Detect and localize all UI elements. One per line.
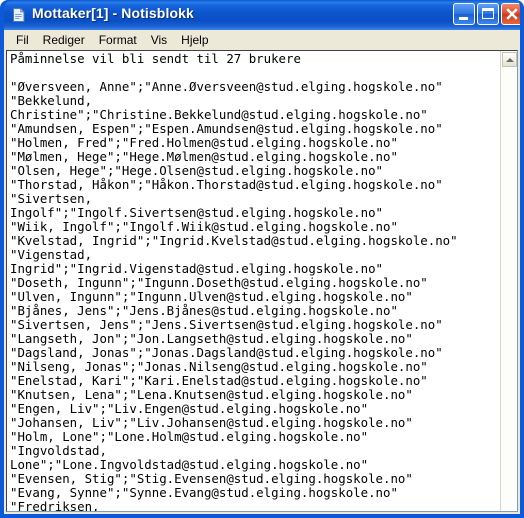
title-bar[interactable]: Mottaker[1] - Notisblokk	[4, 0, 520, 30]
editor-line: "Ulven, Ingunn";"Ingunn.Ulven@stud.elgin…	[10, 289, 413, 304]
close-icon	[506, 8, 518, 20]
editor-frame: Påminnelse vil bli sendt til 27 brukere "…	[6, 50, 518, 512]
notepad-window: Mottaker[1] - Notisblokk Fil Rediger For…	[0, 0, 524, 518]
editor-line: "Engen, Liv";"Liv.Engen@stud.elging.hogs…	[10, 401, 369, 416]
editor-line: "Bekkelund,	[10, 93, 93, 108]
caption-button-group	[453, 3, 520, 26]
chevron-up-icon	[506, 58, 514, 62]
editor-line: Christine";"Christine.Bekkelund@stud.elg…	[10, 107, 428, 122]
editor-line: "Fredriksen,	[10, 499, 100, 512]
editor-line: "Holm, Lone";"Lone.Holm@stud.elging.hogs…	[10, 429, 369, 444]
editor-line: Ingolf";"Ingolf.Sivertsen@stud.elging.ho…	[10, 205, 383, 220]
editor-line: "Vigenstad,	[10, 247, 93, 262]
editor-line: "Evensen, Stig";"Stig.Evensen@stud.elgin…	[10, 471, 413, 486]
menu-item-hjelp[interactable]: Hjelp	[174, 31, 215, 49]
scrollbar-track[interactable]	[502, 68, 516, 510]
menu-item-format[interactable]: Format	[92, 31, 144, 49]
editor-line: "Wiik, Ingolf";"Ingolf.Wiik@stud.elging.…	[10, 219, 398, 234]
window-title: Mottaker[1] - Notisblokk	[32, 5, 194, 21]
editor-line: "Doseth, Ingunn";"Ingunn.Doseth@stud.elg…	[10, 275, 428, 290]
editor-line: "Enelstad, Kari";"Kari.Enelstad@stud.elg…	[10, 373, 428, 388]
editor-line: "Nilseng, Jonas";"Jonas.Nilseng@stud.elg…	[10, 359, 428, 374]
editor-line: "Dagsland, Jonas";"Jonas.Dagsland@stud.e…	[10, 345, 443, 360]
editor-line: "Kvelstad, Ingrid";"Ingrid.Kvelstad@stud…	[10, 233, 458, 248]
minimize-icon	[459, 17, 468, 20]
editor-line: "Mølmen, Hege";"Hege.Mølmen@stud.elging.…	[10, 149, 398, 164]
editor-line: Ingrid";"Ingrid.Vigenstad@stud.elging.ho…	[10, 261, 383, 276]
editor-line: "Holmen, Fred";"Fred.Holmen@stud.elging.…	[10, 135, 398, 150]
editor-line: Påminnelse vil bli sendt til 27 brukere	[10, 51, 301, 66]
editor-line: "Olsen, Hege";"Hege.Olsen@stud.elging.ho…	[10, 163, 383, 178]
editor-line: Lone";"Lone.Ingvoldstad@stud.elging.hogs…	[10, 457, 369, 472]
text-editor[interactable]: Påminnelse vil bli sendt til 27 brukere "…	[7, 51, 495, 511]
editor-line: "Thorstad, Håkon";"Håkon.Thorstad@stud.e…	[10, 177, 443, 192]
scroll-up-button[interactable]	[502, 52, 517, 67]
maximize-icon	[482, 8, 494, 19]
close-button[interactable]	[501, 3, 520, 25]
editor-line: "Ingvoldstad,	[10, 443, 107, 458]
editor-line: "Øversveen, Anne";"Anne.Øversveen@stud.e…	[10, 79, 443, 94]
editor-line: "Johansen, Liv";"Liv.Johansen@stud.elgin…	[10, 415, 413, 430]
menu-bar: Fil Rediger Format Vis Hjelp	[4, 30, 520, 50]
menu-item-fil[interactable]: Fil	[9, 31, 36, 49]
notepad-document-icon	[11, 7, 27, 23]
editor-line: "Sivertsen, Jens";"Jens.Sivertsen@stud.e…	[10, 317, 443, 332]
menu-item-vis[interactable]: Vis	[144, 31, 174, 49]
editor-line: "Amundsen, Espen";"Espen.Amundsen@stud.e…	[10, 121, 443, 136]
vertical-scrollbar[interactable]	[500, 51, 517, 511]
minimize-button[interactable]	[453, 3, 475, 25]
editor-line: "Bjånes, Jens";"Jens.Bjånes@stud.elging.…	[10, 303, 398, 318]
editor-line: "Langseth, Jon";"Jon.Langseth@stud.elgin…	[10, 331, 413, 346]
editor-line: "Sivertsen,	[10, 191, 93, 206]
editor-line: "Evang, Synne";"Synne.Evang@stud.elging.…	[10, 485, 398, 500]
client-area: Påminnelse vil bli sendt til 27 brukere "…	[4, 50, 520, 514]
menu-item-rediger[interactable]: Rediger	[36, 31, 92, 49]
maximize-button[interactable]	[477, 3, 499, 25]
editor-line: "Knutsen, Lena";"Lena.Knutsen@stud.elgin…	[10, 387, 413, 402]
